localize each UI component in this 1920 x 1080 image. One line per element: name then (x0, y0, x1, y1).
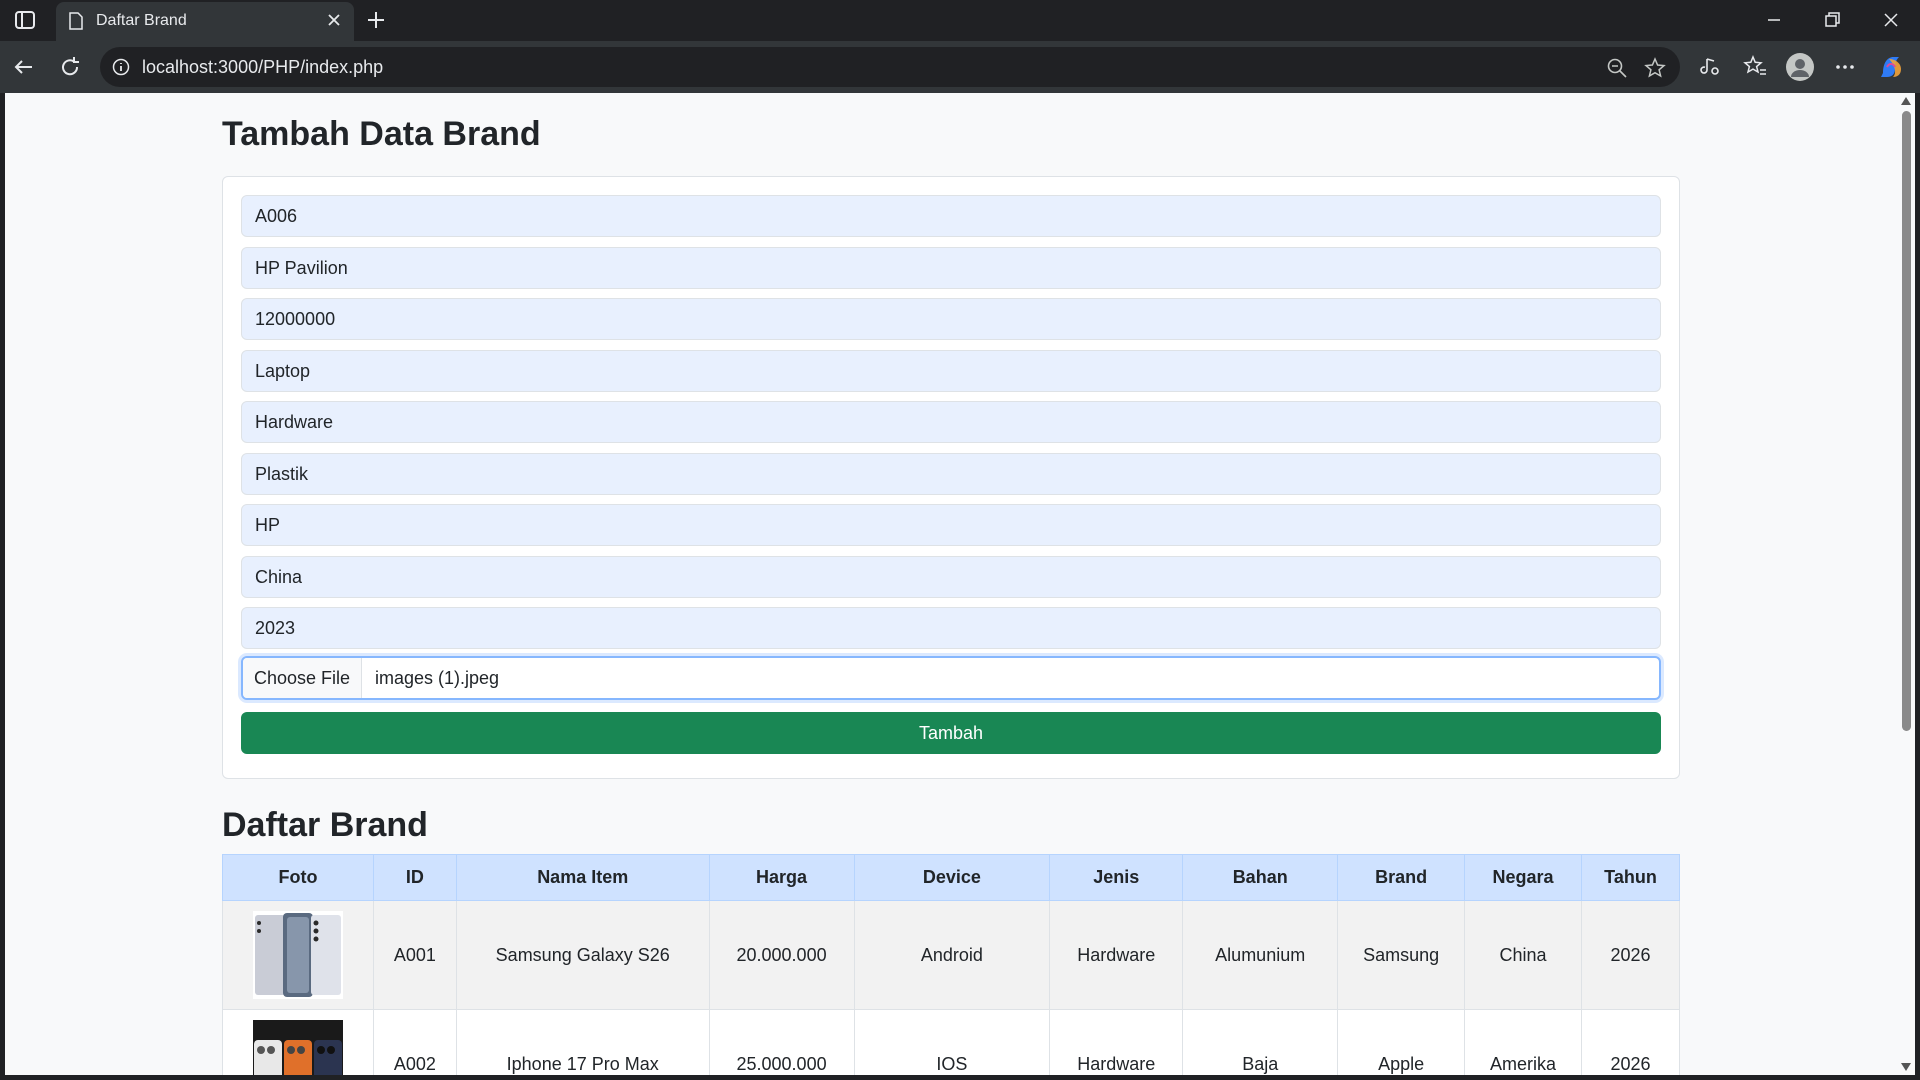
address-toolbar: localhost:3000/PHP/index.php (0, 41, 1920, 93)
profile-avatar-icon[interactable] (1785, 52, 1815, 82)
zoom-out-icon[interactable] (1606, 57, 1628, 79)
media-icon[interactable] (1696, 53, 1724, 81)
device-cell: IOS (853, 1009, 1051, 1075)
browser-window: Daftar Brand localhost:3000/PHP/index.ph… (0, 0, 1920, 1080)
reload-icon[interactable] (56, 53, 84, 81)
brand-cell: Apple (1337, 1009, 1466, 1075)
favorites-icon[interactable] (1741, 53, 1769, 81)
info-icon[interactable] (112, 58, 130, 76)
foto-cell (222, 1009, 374, 1075)
negara-cell: Amerika (1464, 1009, 1582, 1075)
bahan-cell: Baja (1182, 1009, 1339, 1075)
harga-cell: 25.000.000 (708, 1009, 855, 1075)
window-close-icon[interactable] (1879, 8, 1903, 32)
copilot-icon[interactable] (1877, 53, 1905, 81)
header-harga: Harga (708, 854, 855, 901)
tahun-field[interactable]: 2023 (241, 607, 1661, 649)
choose-file-button[interactable]: Choose File (243, 658, 362, 698)
bahan-cell: Alumunium (1182, 900, 1339, 1010)
file-name: images (1).jpeg (375, 668, 500, 688)
back-arrow-icon[interactable] (10, 53, 38, 81)
device-cell: Android (853, 900, 1051, 1010)
nama-item-field[interactable]: HP Pavilion (241, 247, 1661, 289)
table-row: A002 Iphone 17 Pro Max 25.000.000 IOS Ha… (222, 1009, 1680, 1075)
jenis-field[interactable]: Hardware (241, 401, 1661, 443)
restore-icon[interactable] (1820, 8, 1844, 32)
harga-field[interactable]: 12000000 (241, 298, 1661, 340)
brand-cell: Samsung (1337, 900, 1466, 1010)
address-bar[interactable]: localhost:3000/PHP/index.php (100, 47, 1680, 87)
bahan-field[interactable]: Plastik (241, 453, 1661, 495)
nama-item-cell: Samsung Galaxy S26 (455, 900, 710, 1010)
header-foto: Foto (222, 854, 374, 901)
header-tahun: Tahun (1581, 854, 1680, 901)
url-text[interactable]: localhost:3000/PHP/index.php (142, 57, 383, 78)
jenis-cell: Hardware (1049, 1009, 1184, 1075)
tab-bar: Daftar Brand (0, 0, 1920, 41)
negara-cell: China (1464, 900, 1582, 1010)
form-title: Tambah Data Brand (222, 115, 541, 153)
page-viewport: Tambah Data Brand A006 HP Pavilion 12000… (5, 93, 1898, 1075)
sidebar-toggle-icon[interactable] (14, 10, 36, 30)
nama-item-cell: Iphone 17 Pro Max (455, 1009, 710, 1075)
header-id: ID (372, 854, 457, 901)
brand-field[interactable]: HP (241, 504, 1661, 546)
id-field[interactable]: A006 (241, 195, 1661, 237)
header-brand: Brand (1337, 854, 1466, 901)
tahun-cell: 2026 (1581, 900, 1680, 1010)
foto-cell (222, 900, 374, 1010)
minimize-icon[interactable] (1762, 8, 1786, 32)
close-icon[interactable] (326, 12, 342, 28)
id-cell: A002 (372, 1009, 457, 1075)
jenis-cell: Hardware (1049, 900, 1184, 1010)
table-header-row: Foto ID Nama Item Harga Device Jenis Bah… (222, 854, 1680, 901)
iphone-photo (252, 1020, 343, 1075)
tab-active[interactable]: Daftar Brand (56, 2, 354, 41)
header-jenis: Jenis (1049, 854, 1184, 901)
header-device: Device (853, 854, 1051, 901)
tahun-cell: 2026 (1581, 1009, 1680, 1075)
samsung-phone-photo (252, 911, 343, 999)
star-icon[interactable] (1644, 57, 1666, 79)
tab-title: Daftar Brand (96, 12, 187, 29)
header-negara: Negara (1464, 854, 1582, 901)
list-title: Daftar Brand (222, 806, 428, 844)
negara-field[interactable]: China (241, 556, 1661, 598)
harga-cell: 20.000.000 (708, 900, 855, 1010)
brand-table: Foto ID Nama Item Harga Device Jenis Bah… (222, 854, 1680, 1075)
scroll-down-icon[interactable] (1901, 1063, 1911, 1071)
device-field[interactable]: Laptop (241, 350, 1661, 392)
scroll-up-icon[interactable] (1901, 97, 1911, 105)
vertical-scrollbar[interactable] (1898, 93, 1915, 1075)
file-input[interactable]: Choose File images (1).jpeg (241, 656, 1661, 700)
scrollbar-thumb[interactable] (1902, 111, 1911, 731)
tambah-button[interactable]: Tambah (241, 712, 1661, 754)
page-icon (69, 12, 83, 30)
header-nama-item: Nama Item (455, 854, 710, 901)
id-cell: A001 (372, 900, 457, 1010)
plus-icon[interactable] (364, 8, 388, 32)
more-options-icon[interactable] (1831, 53, 1859, 81)
table-row: A001 Samsung Galaxy S26 20.000.000 Andro… (222, 900, 1680, 1010)
header-bahan: Bahan (1182, 854, 1339, 901)
add-brand-form: A006 HP Pavilion 12000000 Laptop Hardwar… (222, 176, 1680, 779)
